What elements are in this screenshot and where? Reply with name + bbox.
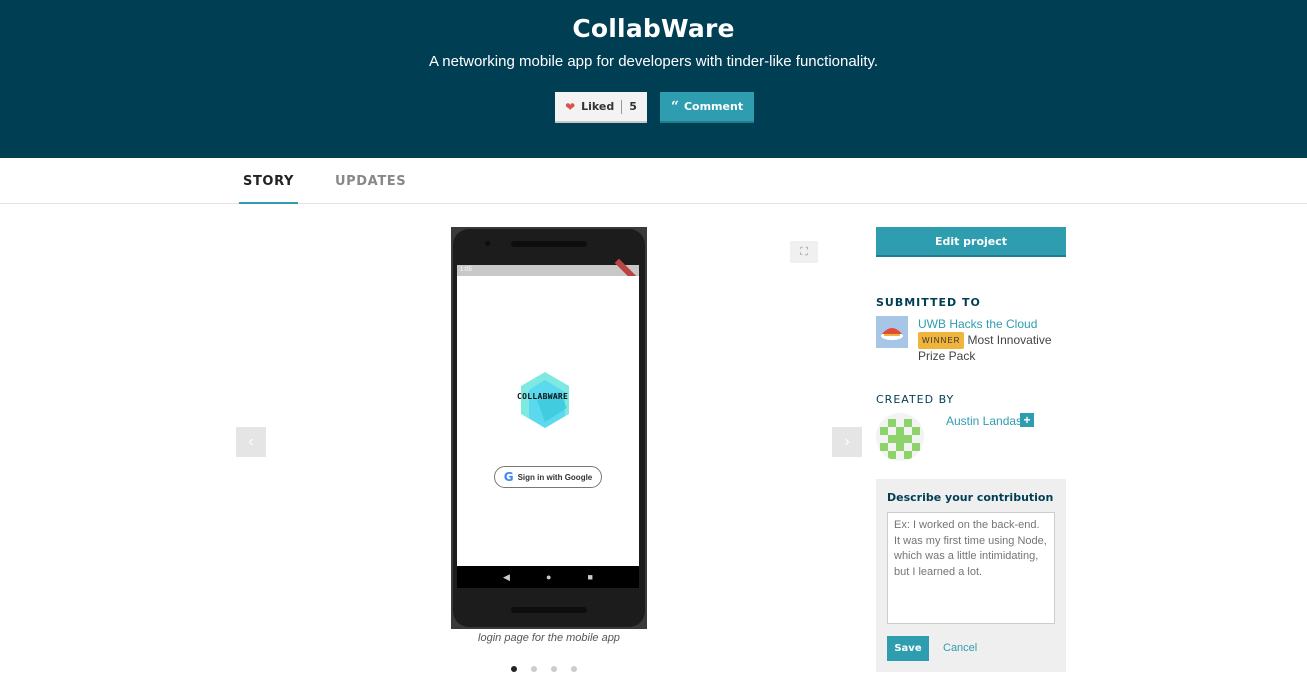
phone-navbar: ◀ ● ■ bbox=[457, 566, 639, 588]
phone-frame: 1:05 COLLABWARE G Sign in with Google ◀ … bbox=[453, 229, 645, 627]
cancel-button[interactable]: Cancel bbox=[943, 642, 977, 654]
prize-info: WINNER Most Innovative Prize Pack bbox=[918, 332, 1068, 364]
phone-camera bbox=[485, 241, 490, 246]
like-label: Liked bbox=[581, 100, 615, 113]
like-divider bbox=[621, 99, 623, 114]
like-count: 5 bbox=[629, 100, 637, 113]
phone-statusbar: 1:05 bbox=[457, 265, 639, 276]
contribution-panel: Describe your contribution Save Cancel bbox=[876, 479, 1066, 672]
avatar[interactable] bbox=[876, 413, 924, 461]
quote-icon: “ bbox=[670, 98, 679, 115]
like-button[interactable]: ❤ Liked 5 bbox=[555, 92, 647, 123]
expand-icon: ⛶ bbox=[800, 245, 808, 258]
gallery-prev-button[interactable]: ‹ bbox=[236, 427, 266, 457]
google-g-icon: G bbox=[503, 470, 514, 484]
submitted-to-heading: SUBMITTED TO bbox=[876, 296, 981, 309]
author-link[interactable]: Austin Landas bbox=[946, 414, 1022, 428]
plus-icon: + bbox=[1023, 413, 1031, 427]
nav-recent-icon: ■ bbox=[587, 572, 593, 582]
chevron-right-icon: › bbox=[844, 433, 850, 450]
project-header: CollabWare A networking mobile app for d… bbox=[0, 0, 1307, 158]
heart-icon: ❤ bbox=[565, 99, 576, 114]
tab-bar: STORY UPDATES bbox=[0, 158, 1307, 204]
hackathon-link[interactable]: UWB Hacks the Cloud bbox=[918, 317, 1037, 331]
created-by-heading: CREATED BY bbox=[876, 393, 955, 406]
project-tagline: A networking mobile app for developers w… bbox=[428, 53, 879, 70]
status-time: 1:05 bbox=[460, 267, 472, 273]
phone-speaker bbox=[511, 241, 587, 247]
tab-story[interactable]: STORY bbox=[239, 174, 298, 204]
logo-text: COLLABWARE bbox=[517, 392, 569, 401]
hackathon-thumbnail[interactable] bbox=[876, 316, 908, 348]
nav-home-icon: ● bbox=[546, 572, 552, 582]
gallery-next-button[interactable]: › bbox=[832, 427, 862, 457]
comment-label: Comment bbox=[683, 100, 744, 113]
edit-project-button[interactable]: Edit project bbox=[876, 227, 1066, 257]
gallery-dot[interactable] bbox=[551, 666, 557, 672]
gallery-caption: login page for the mobile app bbox=[478, 632, 620, 644]
add-member-button[interactable]: + bbox=[1020, 413, 1034, 427]
save-button[interactable]: Save bbox=[887, 636, 929, 661]
phone-bottom-speaker bbox=[511, 607, 587, 613]
tab-updates[interactable]: UPDATES bbox=[335, 174, 406, 189]
gallery-image[interactable]: 1:05 COLLABWARE G Sign in with Google ◀ … bbox=[451, 227, 647, 629]
winner-badge: WINNER bbox=[918, 332, 965, 349]
google-signin-label: Sign in with Google bbox=[517, 472, 593, 482]
chevron-left-icon: ‹ bbox=[248, 433, 254, 450]
gallery-dots bbox=[511, 666, 577, 672]
comment-button[interactable]: “ Comment bbox=[660, 92, 754, 123]
phone-screen: COLLABWARE G Sign in with Google bbox=[457, 276, 639, 566]
google-signin-button[interactable]: G Sign in with Google bbox=[494, 466, 602, 488]
contribution-title: Describe your contribution bbox=[887, 491, 1054, 504]
gallery-dot[interactable] bbox=[571, 666, 577, 672]
gallery-dot[interactable] bbox=[511, 666, 517, 672]
gallery-dot[interactable] bbox=[531, 666, 537, 672]
project-title: CollabWare bbox=[572, 14, 735, 43]
nav-back-icon: ◀ bbox=[503, 571, 510, 582]
identicon bbox=[876, 413, 924, 461]
contribution-input[interactable] bbox=[887, 512, 1055, 624]
gallery-expand-button[interactable]: ⛶ bbox=[790, 241, 818, 263]
